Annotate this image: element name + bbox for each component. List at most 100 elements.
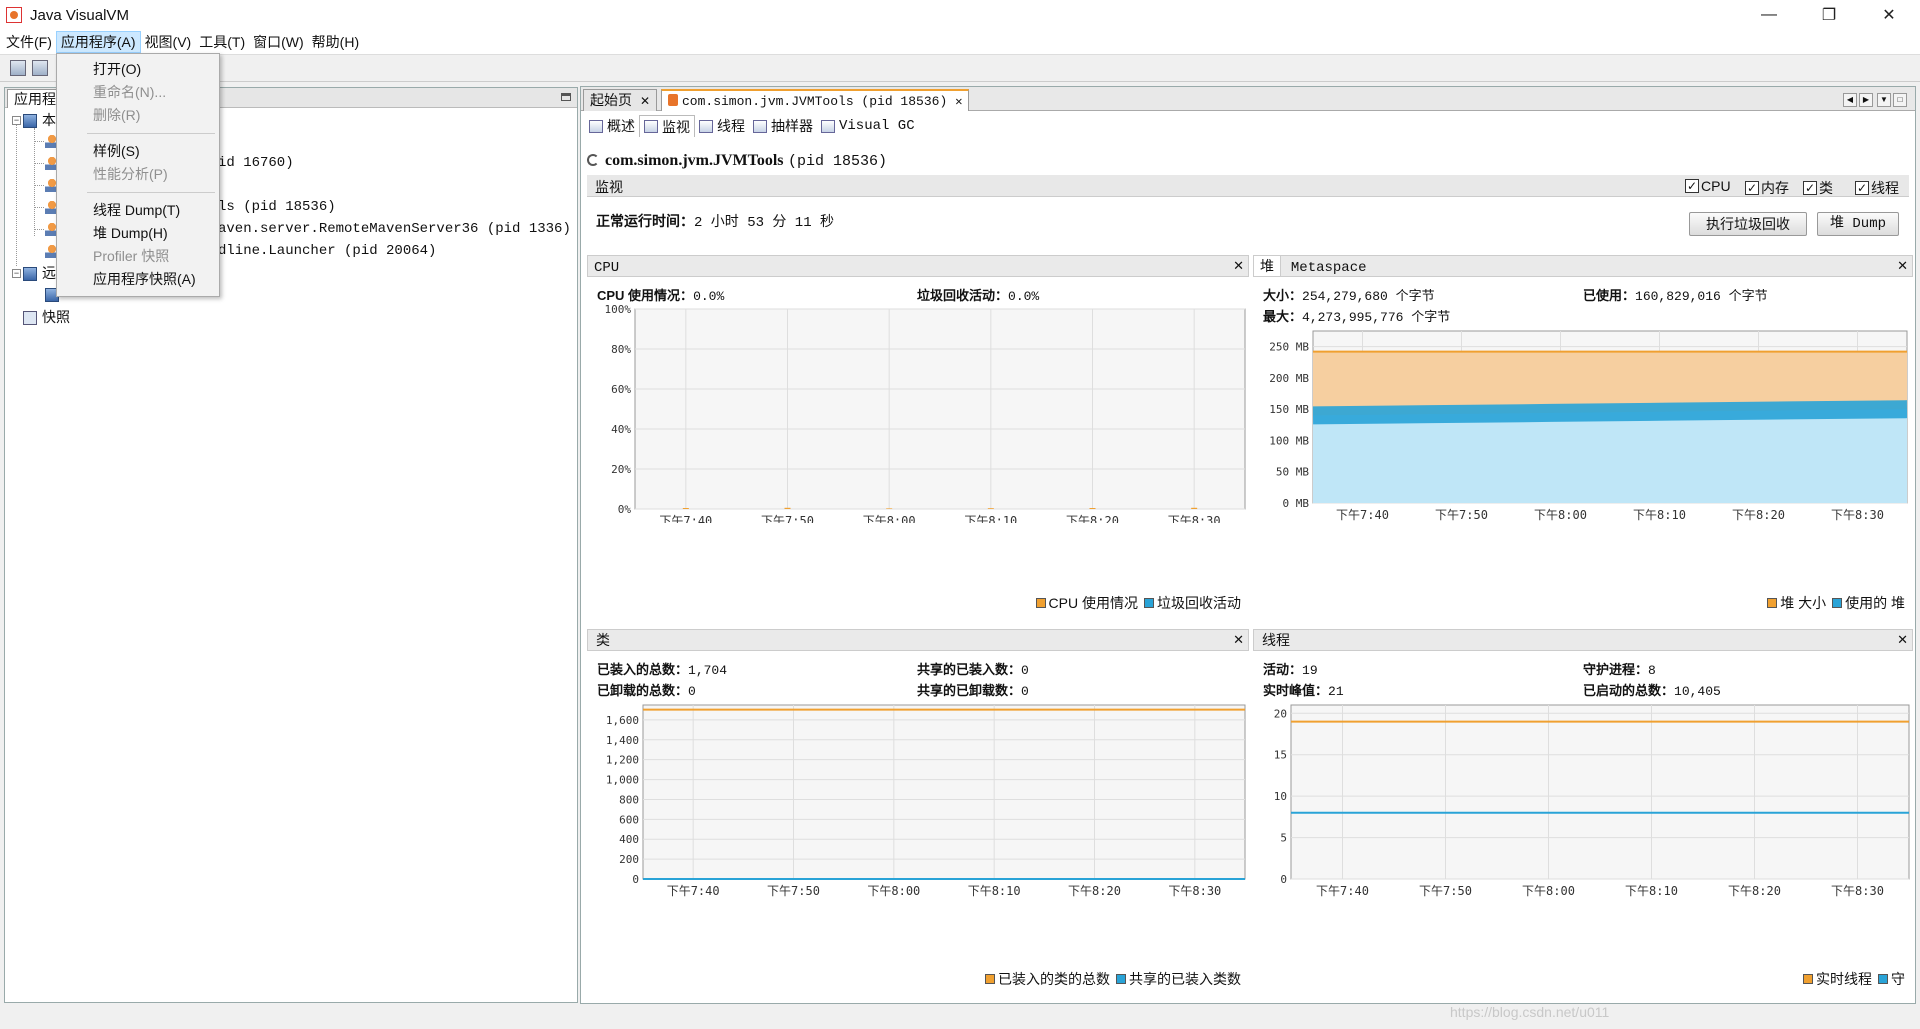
menu-help[interactable]: 帮助(H): [308, 31, 363, 53]
stat-value: 1,704: [688, 663, 728, 678]
stat-label: 实时峰值：: [1263, 683, 1329, 698]
minimize-panel-icon[interactable]: [561, 93, 571, 101]
restore-button[interactable]: ❐: [1800, 0, 1858, 30]
menu-file[interactable]: 文件(F): [2, 31, 56, 53]
close-panel-icon[interactable]: ✕: [1897, 256, 1908, 276]
x-tick-label: 下午7:50: [1435, 508, 1488, 522]
threads-chart: 0 5 10 15 20 下午7:40 下午7:50 下午8:00 下午8:10 下午8:20 下午…: [1274, 704, 1910, 898]
tree-snapshots-node[interactable]: 快照: [42, 307, 70, 327]
x-tick-label: 下午8:00: [1522, 884, 1575, 898]
tree-process-item[interactable]: ls (pid 18536): [218, 197, 336, 217]
x-tick-label: 下午8:20: [1066, 514, 1119, 523]
visualvm-app-icon: [6, 7, 22, 23]
tab-label: 概述: [607, 118, 635, 134]
stat-label: 已使用：: [1583, 288, 1636, 303]
menu-sample[interactable]: 样例(S): [93, 140, 140, 162]
threads-checkbox[interactable]: ✓ 线程: [1855, 178, 1899, 198]
heap-chart: 0 MB 50 MB 100 MB 150 MB 200 MB 250 MB 下午7:40 下…: [1269, 330, 1908, 522]
x-tick-label: 下午8:30: [1831, 884, 1884, 898]
heap-panel-header: 堆 Metaspace ✕: [1253, 255, 1913, 277]
tree-local-node[interactable]: 本: [42, 110, 56, 130]
tree-remote-node[interactable]: 远: [42, 263, 56, 283]
close-panel-icon[interactable]: ✕: [1233, 630, 1244, 650]
menu-profile: 性能分析(P): [93, 166, 168, 182]
cpu-checkbox[interactable]: ✓ CPU: [1685, 178, 1731, 194]
menu-separator: [87, 133, 215, 134]
x-tick-label: 下午8:00: [863, 514, 916, 523]
scroll-tabs-left-icon[interactable]: ◀: [1843, 93, 1857, 107]
tree-line: [34, 207, 44, 208]
tab-monitor[interactable]: 监视: [639, 115, 695, 137]
view-tabs: 概述 监视 线程 抽样器 Visual GC: [585, 115, 919, 137]
tree-line: [34, 141, 44, 142]
tree-process-item[interactable]: id 16760): [218, 153, 294, 173]
load-snapshot-icon[interactable]: [32, 60, 48, 76]
legend-label: 使用的 堆: [1845, 595, 1905, 611]
menu-tools[interactable]: 工具(T): [195, 31, 249, 53]
tab-sampler[interactable]: 抽样器: [749, 115, 817, 137]
stat-value: 0: [1021, 663, 1029, 678]
threads-panel: 线程 ✕ 活动：19 守护进程：8 实时峰值：21 已启动的总数：10,405 …: [1253, 629, 1913, 999]
legend-label: 共享的已装入类数: [1129, 971, 1241, 987]
stat-value: 19: [1302, 663, 1318, 678]
stat-label: 已启动的总数：: [1583, 683, 1675, 698]
menu-heap-dump[interactable]: 堆 Dump(H): [93, 222, 168, 244]
menu-open[interactable]: 打开(O): [93, 58, 141, 80]
legend-label: CPU 使用情况: [1048, 595, 1138, 611]
x-tick-label: 下午8:20: [1732, 508, 1785, 522]
tab-threads[interactable]: 线程: [695, 115, 749, 137]
legend-swatch: [1767, 598, 1778, 608]
x-tick-label: 下午8:30: [1168, 884, 1221, 898]
minimize-button[interactable]: —: [1740, 0, 1798, 30]
menu-window[interactable]: 窗口(W): [249, 31, 308, 53]
menu-application[interactable]: 应用程序(A): [55, 31, 141, 53]
close-button[interactable]: ✕: [1860, 0, 1918, 30]
tab-overview[interactable]: 概述: [585, 115, 639, 137]
checkmark-icon: ✓: [1745, 181, 1759, 195]
close-tab-icon[interactable]: ✕: [955, 95, 962, 109]
legend-swatch: [1144, 598, 1154, 608]
close-panel-icon[interactable]: ✕: [1897, 630, 1908, 650]
tab-heap[interactable]: 堆: [1254, 256, 1281, 276]
tab-jvmtools[interactable]: com.simon.jvm.JVMTools (pid 18536) ✕: [661, 89, 970, 111]
x-tick-label: 下午8:00: [1534, 508, 1587, 522]
y-tick-label: 1,200: [606, 754, 639, 767]
daemon-threads-stat: 守护进程：8: [1583, 659, 1656, 678]
document-area: 起始页 ✕ com.simon.jvm.JVMTools (pid 18536) ✕…: [580, 86, 1916, 1004]
stat-label: 最大：: [1263, 309, 1303, 324]
stat-value: 8: [1648, 663, 1656, 678]
expand-remote-icon[interactable]: −: [12, 269, 21, 278]
classes-checkbox[interactable]: ✓ 类: [1803, 178, 1833, 198]
applications-tab[interactable]: 应用程: [7, 89, 63, 108]
overview-icon: [589, 119, 603, 133]
legend-label: 守: [1891, 971, 1905, 987]
close-panel-icon[interactable]: ✕: [1233, 256, 1244, 276]
stat-label: 共享的已卸载数：: [917, 683, 1022, 698]
maximize-window-icon[interactable]: □: [1893, 93, 1907, 107]
heap-dump-button[interactable]: 堆 Dump: [1817, 212, 1899, 236]
tree-process-item[interactable]: dline.Launcher (pid 20064): [218, 241, 436, 261]
tab-metaspace[interactable]: Metaspace: [1291, 260, 1367, 276]
close-tab-icon[interactable]: ✕: [640, 94, 650, 108]
tree-process-item[interactable]: aven.server.RemoteMavenServer36 (pid 133…: [218, 219, 571, 239]
menu-view[interactable]: 视图(V): [141, 31, 196, 53]
classes-legend: 已装入的类的总数 共享的已装入类数: [979, 969, 1241, 989]
show-opened-documents-icon[interactable]: ▼: [1877, 93, 1891, 107]
stat-value: 0: [688, 684, 696, 699]
tab-start-page[interactable]: 起始页 ✕: [583, 89, 658, 111]
cpu-panel: CPU ✕ CPU 使用情况：0.0% 垃圾回收活动：0.0% 0% 20% 40%…: [587, 255, 1249, 623]
menu-thread-dump[interactable]: 线程 Dump(T): [93, 199, 180, 221]
memory-checkbox[interactable]: ✓ 内存: [1745, 178, 1789, 198]
x-tick-label: 下午7:50: [1419, 884, 1472, 898]
classes-chart: 0 200 400 600 800 1,000 1,200 1,400 1,600 下午7:40 下…: [606, 704, 1246, 898]
tab-visual-gc[interactable]: Visual GC: [817, 115, 919, 137]
perform-gc-button[interactable]: 执行垃圾回收: [1689, 212, 1807, 236]
scroll-tabs-right-icon[interactable]: ▶: [1859, 93, 1873, 107]
menu-application-snapshot[interactable]: 应用程序快照(A): [93, 268, 196, 290]
stat-label: 垃圾回收活动：: [917, 288, 1009, 303]
add-jmx-connection-icon[interactable]: [10, 60, 26, 76]
y-tick-label: 50 MB: [1276, 466, 1309, 479]
status-bar: [0, 1008, 1920, 1029]
expand-local-icon[interactable]: −: [12, 116, 21, 125]
classes-panel-header: 类 ✕: [587, 629, 1249, 651]
